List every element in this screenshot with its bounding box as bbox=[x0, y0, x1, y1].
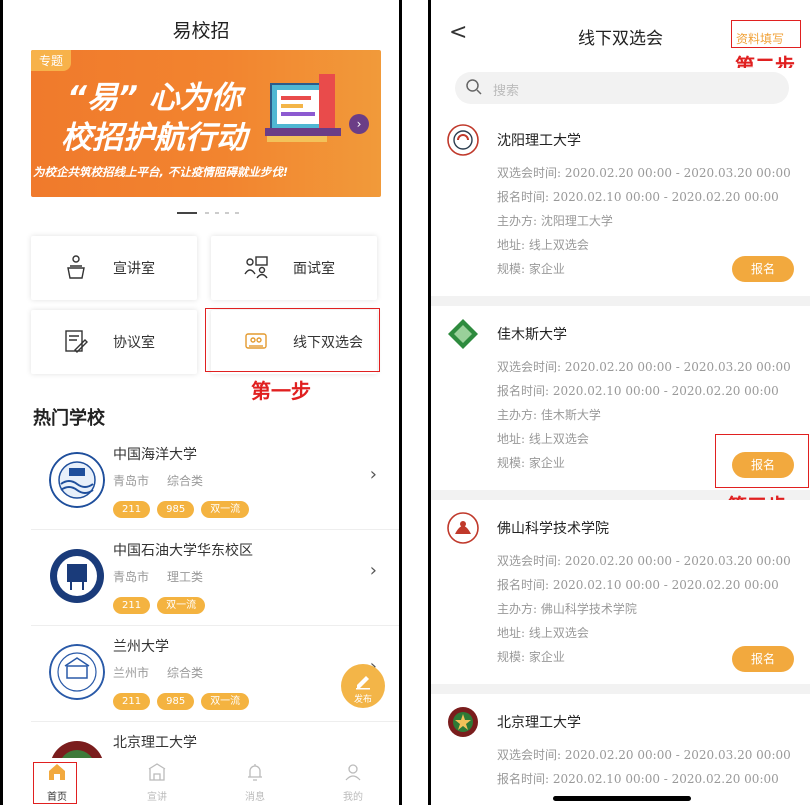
scale: 规模: 家企业 bbox=[497, 456, 565, 470]
fair-school-name: 佳木斯大学 bbox=[497, 327, 567, 343]
bell-icon bbox=[248, 764, 262, 781]
home-indicator bbox=[553, 796, 691, 801]
school-tags: 211 985 双一流 bbox=[113, 689, 256, 710]
signup-time: 报名时间: 2020.02.10 00:00 - 2020.02.20 00:0… bbox=[497, 190, 779, 204]
tab-lecture[interactable]: 宣讲 bbox=[117, 758, 197, 805]
interview-icon bbox=[244, 256, 268, 279]
fair-card[interactable]: 沈阳理工大学 双选会时间: 2020.02.20 00:00 - 2020.03… bbox=[431, 112, 810, 296]
fair-time: 双选会时间: 2020.02.20 00:00 - 2020.03.20 00:… bbox=[497, 748, 791, 762]
tag-badge: 985 bbox=[157, 693, 195, 710]
search-icon bbox=[466, 79, 482, 95]
app-title: 易校招 bbox=[172, 20, 230, 42]
school-logo-icon bbox=[49, 452, 105, 508]
agreement-icon bbox=[65, 330, 88, 353]
tag-badge: 211 bbox=[113, 693, 151, 710]
tab-profile[interactable]: 我的 bbox=[313, 758, 393, 805]
tab-messages[interactable]: 消息 bbox=[215, 758, 295, 805]
fair-school-name: 北京理工大学 bbox=[497, 715, 581, 731]
school-logo-icon bbox=[448, 707, 478, 737]
tile-label: 协议室 bbox=[113, 335, 155, 351]
step3-highlight bbox=[715, 434, 809, 488]
fair-school-name: 佛山科学技术学院 bbox=[497, 521, 609, 537]
tile-interview-room[interactable]: 面试室 bbox=[211, 236, 377, 300]
address: 地址: 线上双选会 bbox=[497, 626, 589, 640]
publish-button[interactable]: 发布 bbox=[341, 664, 385, 708]
hot-schools-title: 热门学校 bbox=[33, 408, 105, 429]
scale: 规模: 家企业 bbox=[497, 650, 565, 664]
banner-next-arrow-icon[interactable]: › bbox=[349, 114, 369, 134]
tag-badge: 双一流 bbox=[201, 501, 250, 518]
school-meta: 青岛市 综合类 bbox=[113, 474, 204, 488]
tag-badge: 双一流 bbox=[201, 693, 250, 710]
pen-icon bbox=[356, 676, 370, 690]
school-name: 中国海洋大学 bbox=[113, 447, 197, 463]
school-meta: 青岛市 理工类 bbox=[113, 570, 204, 584]
tile-label: 面试室 bbox=[293, 261, 335, 277]
organizer: 主办方: 沈阳理工大学 bbox=[497, 214, 613, 228]
search-input[interactable]: 搜索 bbox=[455, 72, 789, 104]
school-tags: 211 985 双一流 bbox=[113, 497, 256, 518]
publish-label: 发布 bbox=[353, 695, 372, 705]
school-logo-icon bbox=[50, 549, 104, 603]
school-logo-icon bbox=[448, 319, 478, 349]
address: 地址: 线上双选会 bbox=[497, 238, 589, 252]
tile-lecture-room[interactable]: 宣讲室 bbox=[31, 236, 197, 300]
organizer: 主办方: 佛山科学技术学院 bbox=[497, 602, 637, 616]
school-name: 北京理工大学 bbox=[113, 735, 197, 751]
banner-headline-2: 校招护航行动 bbox=[61, 120, 247, 156]
fair-time: 双选会时间: 2020.02.20 00:00 - 2020.03.20 00:… bbox=[497, 360, 791, 374]
school-row[interactable]: 兰州大学 兰州市综合类 211985双一流 › bbox=[31, 626, 399, 722]
scale: 规模: 家企业 bbox=[497, 262, 565, 276]
step1-label: 第一步 bbox=[251, 379, 311, 403]
tag-badge: 211 bbox=[113, 597, 151, 614]
signup-time: 报名时间: 2020.02.10 00:00 - 2020.02.20 00:0… bbox=[497, 772, 779, 786]
job-fair-screen: < 线下双选会 资料填写 第二步 搜索 沈阳理工大学 双选会时间: 2020.0… bbox=[428, 0, 810, 805]
school-name: 中国石油大学华东校区 bbox=[113, 543, 253, 559]
step1-highlight bbox=[205, 308, 380, 372]
banner-subtitle: 为校企共筑校招线上平台, 不让疫情阻碍就业步伐! bbox=[33, 165, 289, 179]
books-illustration-icon bbox=[265, 74, 341, 142]
fair-time: 双选会时间: 2020.02.20 00:00 - 2020.03.20 00:… bbox=[497, 166, 791, 180]
school-row[interactable]: 中国石油大学华东校区 青岛市 理工类 211 双一流 › bbox=[31, 530, 399, 626]
carousel-indicator bbox=[177, 212, 247, 216]
search-placeholder: 搜索 bbox=[493, 84, 520, 99]
school-logo-icon bbox=[447, 124, 479, 156]
signup-time: 报名时间: 2020.02.10 00:00 - 2020.02.20 00:0… bbox=[497, 384, 779, 398]
building-icon bbox=[148, 763, 166, 781]
banner-topic-tag: 专题 bbox=[31, 50, 72, 71]
banner-headline-1: “易” 心为你 bbox=[67, 80, 242, 116]
fair-time: 双选会时间: 2020.02.20 00:00 - 2020.03.20 00:… bbox=[497, 554, 791, 568]
school-name: 兰州大学 bbox=[113, 639, 169, 655]
promo-banner[interactable]: 专题 “易” 心为你 校招护航行动 为校企共筑校招线上平台, 不让疫情阻碍就业步… bbox=[31, 50, 381, 197]
chevron-right-icon: › bbox=[369, 560, 377, 581]
chevron-right-icon: › bbox=[369, 464, 377, 485]
tag-badge: 双一流 bbox=[157, 597, 206, 614]
apply-button[interactable]: 报名 bbox=[732, 256, 794, 282]
fair-card[interactable]: 佛山科学技术学院 双选会时间: 2020.02.20 00:00 - 2020.… bbox=[431, 500, 810, 684]
fair-school-name: 沈阳理工大学 bbox=[497, 133, 581, 149]
school-meta: 兰州市 综合类 bbox=[113, 666, 204, 680]
step2-highlight bbox=[731, 20, 801, 48]
apply-button[interactable]: 报名 bbox=[732, 646, 794, 672]
tile-agreement-room[interactable]: 协议室 bbox=[31, 310, 197, 374]
tag-badge: 985 bbox=[157, 501, 195, 518]
tile-label: 宣讲室 bbox=[113, 261, 155, 277]
home-screen: 易校招 专题 “易” 心为你 校招护航行动 为校企共筑校招线上平台, 不让疫情阻… bbox=[0, 0, 402, 805]
home-tab-highlight bbox=[33, 762, 77, 804]
school-tags: 211 双一流 bbox=[113, 593, 212, 614]
signup-time: 报名时间: 2020.02.10 00:00 - 2020.02.20 00:0… bbox=[497, 578, 779, 592]
user-icon bbox=[345, 764, 361, 781]
podium-icon bbox=[67, 255, 85, 279]
school-logo-icon bbox=[447, 512, 479, 544]
address: 地址: 线上双选会 bbox=[497, 432, 589, 446]
school-row[interactable]: 中国海洋大学 青岛市 综合类 211 985 双一流 › bbox=[31, 434, 399, 530]
tag-badge: 211 bbox=[113, 501, 151, 518]
school-logo-icon bbox=[49, 644, 105, 700]
organizer: 主办方: 佳木斯大学 bbox=[497, 408, 601, 422]
fair-card[interactable]: 北京理工大学 双选会时间: 2020.02.20 00:00 - 2020.03… bbox=[431, 694, 810, 805]
